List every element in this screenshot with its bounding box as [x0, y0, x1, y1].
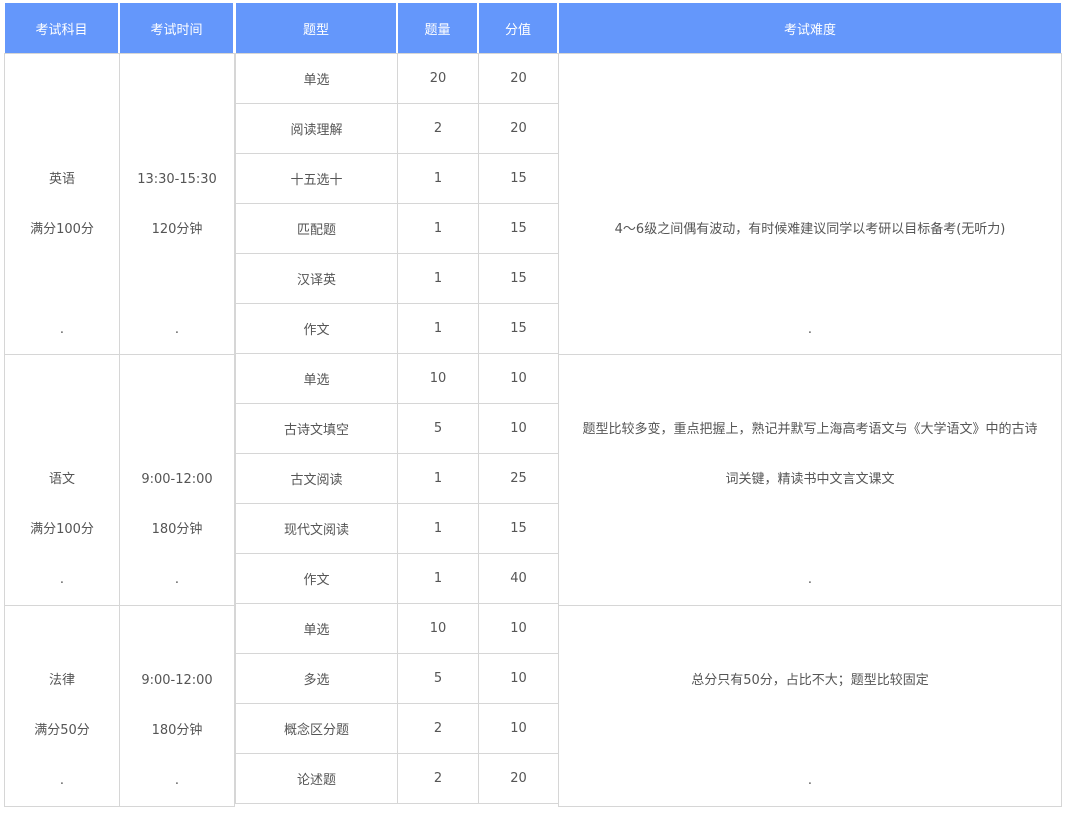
subject-name: 法律	[48, 673, 75, 688]
dot-mark: .	[59, 572, 65, 587]
time-cell: 9:00-12:00 180分钟 .	[119, 605, 235, 807]
exam-table: 考试科目 考试时间 题型 题量 分值 考试难度 英语 满分100分 . 13:3…	[0, 0, 1066, 819]
question-count: 1	[397, 303, 479, 354]
difficulty-text: 题型比较多变，重点把握上，熟记并默写上海高考语文与《大学语文》中的古诗	[582, 422, 1038, 437]
subject-cell: 法律 满分50分 .	[4, 605, 120, 807]
dot-mark: .	[807, 572, 813, 587]
question-type: 作文	[235, 303, 398, 354]
question-score: 10	[478, 403, 559, 454]
question-count: 1	[397, 253, 479, 304]
question-type: 古文阅读	[235, 453, 398, 504]
difficulty-cell: 总分只有50分，占比不大；题型比较固定 .	[558, 605, 1062, 807]
difficulty-cell: 题型比较多变，重点把握上，熟记并默写上海高考语文与《大学语文》中的古诗 词关键，…	[558, 354, 1062, 606]
question-score: 15	[478, 303, 559, 354]
question-score: 10	[478, 653, 559, 704]
question-score: 10	[478, 353, 559, 404]
question-type: 多选	[235, 653, 398, 704]
question-count: 10	[397, 353, 479, 404]
question-score: 10	[478, 703, 559, 754]
question-count: 10	[397, 603, 479, 654]
question-type: 现代文阅读	[235, 503, 398, 554]
exam-time: 9:00-12:00	[141, 673, 213, 688]
question-score: 20	[478, 103, 559, 154]
header-type: 题型	[236, 3, 396, 53]
question-count: 1	[397, 153, 479, 204]
dot-mark: .	[807, 773, 813, 788]
difficulty-text: 4～6级之间偶有波动，有时候难建议同学以考研以目标备考(无听力)	[614, 222, 1006, 237]
question-type: 十五选十	[235, 153, 398, 204]
question-count: 5	[397, 403, 479, 454]
subject-cell: 英语 满分100分 .	[4, 53, 120, 355]
question-type: 概念区分题	[235, 703, 398, 754]
difficulty-text: 总分只有50分，占比不大；题型比较固定	[691, 673, 929, 688]
question-count: 5	[397, 653, 479, 704]
question-type: 单选	[235, 353, 398, 404]
subject-full-score: 满分100分	[30, 222, 94, 237]
dot-mark: .	[174, 322, 180, 337]
difficulty-text: 词关键，精读书中文言文课文	[725, 472, 895, 487]
exam-duration: 120分钟	[151, 222, 203, 237]
header-score: 分值	[479, 3, 557, 53]
subject-cell: 语文 满分100分 .	[4, 354, 120, 606]
question-count: 2	[397, 753, 479, 804]
exam-duration: 180分钟	[151, 723, 203, 738]
question-score: 15	[478, 203, 559, 254]
time-cell: 9:00-12:00 180分钟 .	[119, 354, 235, 606]
question-count: 1	[397, 553, 479, 604]
question-type: 单选	[235, 603, 398, 654]
question-type: 论述题	[235, 753, 398, 804]
header-time: 考试时间	[120, 3, 233, 53]
question-type: 汉译英	[235, 253, 398, 304]
question-score: 40	[478, 553, 559, 604]
question-score: 15	[478, 153, 559, 204]
question-type: 阅读理解	[235, 103, 398, 154]
exam-time: 13:30-15:30	[137, 172, 217, 187]
question-count: 1	[397, 203, 479, 254]
dot-mark: .	[59, 322, 65, 337]
exam-duration: 180分钟	[151, 522, 203, 537]
question-score: 10	[478, 603, 559, 654]
subject-full-score: 满分50分	[34, 723, 90, 738]
subject-full-score: 满分100分	[30, 522, 94, 537]
question-score: 25	[478, 453, 559, 504]
question-count: 2	[397, 103, 479, 154]
time-cell: 13:30-15:30 120分钟 .	[119, 53, 235, 355]
question-type: 单选	[235, 53, 398, 104]
question-type: 作文	[235, 553, 398, 604]
subject-name: 英语	[48, 172, 75, 187]
dot-mark: .	[59, 773, 65, 788]
question-score: 15	[478, 253, 559, 304]
header-subject: 考试科目	[5, 3, 118, 53]
dot-mark: .	[174, 773, 180, 788]
difficulty-cell: 4～6级之间偶有波动，有时候难建议同学以考研以目标备考(无听力) .	[558, 53, 1062, 355]
question-score: 15	[478, 503, 559, 554]
question-count: 1	[397, 453, 479, 504]
dot-mark: .	[174, 572, 180, 587]
question-score: 20	[478, 753, 559, 804]
question-score: 20	[478, 53, 559, 104]
header-count: 题量	[398, 3, 477, 53]
exam-time: 9:00-12:00	[141, 472, 213, 487]
question-type: 古诗文填空	[235, 403, 398, 454]
question-count: 20	[397, 53, 479, 104]
question-count: 2	[397, 703, 479, 754]
dot-mark: .	[807, 322, 813, 337]
question-type: 匹配题	[235, 203, 398, 254]
question-count: 1	[397, 503, 479, 554]
subject-name: 语文	[48, 472, 75, 487]
header-difficulty: 考试难度	[559, 3, 1061, 53]
